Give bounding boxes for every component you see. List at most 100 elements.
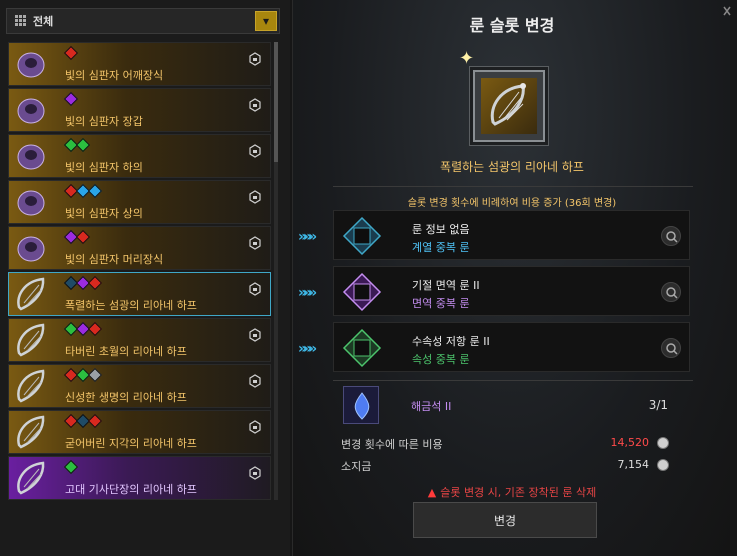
equip-type-icon — [248, 465, 262, 480]
rune-gems — [63, 183, 103, 199]
gem-icon — [87, 367, 103, 383]
item-name: 빛의 심판자 상의 — [65, 207, 143, 220]
list-item[interactable]: 빛의 심판자 하의 — [8, 134, 271, 178]
gem-icon — [87, 183, 103, 199]
search-button[interactable] — [661, 226, 681, 246]
gem-icon — [75, 229, 91, 245]
item-list-panel: 전체 ▾ 빛의 심판자 어깨장식 빛의 심판자 장갑 빛의 심판자 하의 빛의 심판자… — [0, 0, 290, 556]
change-button[interactable]: 변경 — [413, 502, 597, 538]
equip-type-icon — [248, 373, 262, 388]
gem-icon — [63, 45, 79, 61]
sparkle-icon: ✦ — [459, 48, 475, 69]
equip-type-icon — [248, 143, 262, 158]
scrollbar-thumb[interactable] — [274, 42, 278, 162]
list-item[interactable]: 빛의 심판자 상의 — [8, 180, 271, 224]
gem-icon — [63, 459, 79, 475]
close-icon[interactable] — [723, 6, 731, 16]
rune-gems — [63, 137, 91, 153]
filter-label: 전체 — [33, 15, 54, 28]
armor-icon — [11, 137, 51, 175]
rune-slot-panel: 룬 슬롯 변경 ✦ 폭렬하는 섬광의 리아네 하프 슬롯 변경 횟수에 비례하여… — [292, 0, 731, 556]
divider — [333, 380, 693, 381]
list-item[interactable]: 타버린 초월의 리아네 하프 — [8, 318, 271, 362]
magnifier-icon — [666, 343, 678, 355]
list-item[interactable]: 빛의 심판자 장갑 — [8, 88, 271, 132]
harp-icon — [11, 321, 51, 359]
armor-icon — [11, 229, 51, 267]
rune-type: 속성 중복 룬 — [412, 353, 470, 366]
rune-gems — [63, 91, 79, 107]
panel-title: 룬 슬롯 변경 — [469, 16, 555, 35]
chevron-down-icon: ▾ — [262, 14, 270, 28]
rune-name: 수속성 저항 룬 II — [412, 335, 490, 348]
magnifier-icon — [666, 287, 678, 299]
warning-text: ▲ 슬롯 변경 시, 기존 장착된 룬 삭제 — [293, 484, 731, 500]
gold-label: 소지금 — [341, 460, 372, 473]
rune-name: 기절 면역 룬 II — [412, 279, 480, 292]
harp-icon — [11, 275, 51, 313]
unlock-stone-icon — [343, 386, 379, 424]
list-item[interactable]: 신성한 생명의 리아네 하프 — [8, 364, 271, 408]
chevrons-icon: »»» — [298, 229, 317, 245]
scrollbar[interactable] — [274, 42, 278, 500]
cost-note: 슬롯 변경 횟수에 비례하여 비용 증가 (36회 변경) — [407, 198, 617, 209]
unlock-item-count: 3/1 — [648, 398, 668, 412]
item-name: 빛의 심판자 하의 — [65, 161, 143, 174]
harp-icon — [11, 459, 51, 497]
selected-item-name: 폭렬하는 섬광의 리아네 하프 — [440, 160, 584, 174]
list-item[interactable]: 빛의 심판자 어깨장식 — [8, 42, 271, 86]
gold-value: 7,154 — [617, 458, 650, 471]
rune-type: 계열 중복 룬 — [412, 241, 470, 254]
magnifier-icon — [666, 231, 678, 243]
cost-value: 14,520 — [610, 436, 650, 449]
chevrons-icon: »»» — [298, 341, 317, 357]
category-filter[interactable]: 전체 ▾ — [6, 8, 280, 34]
armor-icon — [11, 183, 51, 221]
equipment-list: 빛의 심판자 어깨장식빛의 심판자 장갑빛의 심판자 하의빛의 심판자 상의빛의… — [8, 42, 271, 502]
equip-type-icon — [248, 189, 262, 204]
search-button[interactable] — [661, 338, 681, 358]
rune-icon — [342, 272, 382, 312]
gem-icon — [87, 413, 103, 429]
gem-icon — [87, 321, 103, 337]
item-name: 폭렬하는 섬광의 리아네 하프 — [65, 299, 197, 312]
gem-icon — [75, 137, 91, 153]
equip-type-icon — [248, 419, 262, 434]
rune-gems — [63, 413, 103, 429]
item-name: 빛의 심판자 머리장식 — [65, 253, 164, 266]
item-name: 신성한 생명의 리아네 하프 — [65, 391, 187, 404]
item-name: 타버린 초월의 리아네 하프 — [65, 345, 187, 358]
rune-gems — [63, 275, 103, 291]
equip-type-icon — [248, 51, 262, 66]
coin-icon — [657, 437, 669, 449]
list-item[interactable]: 고대 기사단장의 리아네 하프 — [8, 456, 271, 500]
gem-icon — [63, 91, 79, 107]
item-name: 고대 기사단장의 리아네 하프 — [65, 483, 197, 496]
rune-gems — [63, 459, 79, 475]
rune-slot-row[interactable]: »»» 수속성 저항 룬 II 속성 중복 룬 — [298, 322, 690, 372]
rune-slot-row[interactable]: »»» 기절 면역 룬 II 면역 중복 룬 — [298, 266, 690, 316]
rune-gems — [63, 45, 79, 61]
search-button[interactable] — [661, 282, 681, 302]
item-name: 빛의 심판자 어깨장식 — [65, 69, 164, 82]
item-name: 빛의 심판자 장갑 — [65, 115, 143, 128]
equip-type-icon — [248, 327, 262, 342]
rune-icon — [342, 216, 382, 256]
armor-icon — [11, 45, 51, 83]
rune-gems — [63, 229, 91, 245]
list-item[interactable]: 폭렬하는 섬광의 리아네 하프 — [8, 272, 271, 316]
dropdown-button[interactable]: ▾ — [255, 11, 277, 31]
harp-icon — [481, 78, 537, 134]
harp-icon — [11, 413, 51, 451]
rune-slot-row[interactable]: »»» 룬 정보 없음계열 중복 룬 — [298, 210, 690, 260]
list-item[interactable]: 빛의 심판자 머리장식 — [8, 226, 271, 270]
coin-icon — [657, 459, 669, 471]
cost-row: 변경 횟수에 따른 비용 14,520 — [341, 434, 671, 452]
equip-type-icon — [248, 235, 262, 250]
selected-item-slot — [473, 70, 545, 142]
rune-name: 룬 정보 없음 — [412, 223, 470, 236]
rune-icon — [342, 328, 382, 368]
list-item[interactable]: 굳어버린 지각의 리아네 하프 — [8, 410, 271, 454]
grid-icon — [15, 15, 26, 26]
gem-icon — [87, 275, 103, 291]
